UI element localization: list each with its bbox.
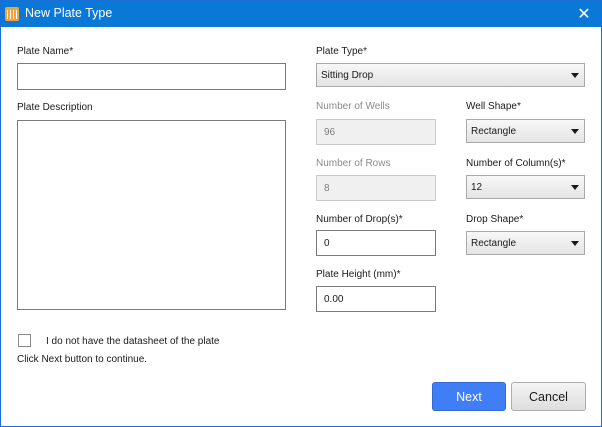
plate-height-input[interactable]: 0.00 — [316, 286, 436, 312]
plate-height-label: Plate Height (mm)* — [316, 269, 401, 280]
no-datasheet-label: I do not have the datasheet of the plate — [46, 336, 220, 347]
plate-name-label: Plate Name* — [17, 46, 74, 57]
chevron-down-icon — [571, 129, 579, 134]
number-of-rows-label: Number of Rows — [316, 158, 391, 169]
close-button[interactable]: ✕ — [567, 1, 601, 27]
number-of-drops-label: Number of Drop(s)* — [316, 214, 403, 225]
new-plate-type-dialog: New Plate Type ✕ Plate Name* Plate Descr… — [0, 0, 602, 427]
chevron-down-icon — [571, 241, 579, 246]
plate-type-select[interactable]: Sitting Drop — [316, 63, 585, 87]
plate-description-textarea[interactable] — [17, 120, 286, 310]
plate-description-label: Plate Description — [17, 102, 93, 113]
drop-shape-value: Rectangle — [471, 237, 517, 249]
plate-type-label: Plate Type* — [316, 46, 367, 57]
next-button[interactable]: Next — [432, 382, 506, 411]
number-of-wells-input: 96 — [316, 119, 436, 145]
plate-name-input[interactable] — [17, 63, 286, 90]
title-bar: New Plate Type ✕ — [1, 1, 601, 27]
drop-shape-label: Drop Shape* — [466, 214, 524, 225]
drop-shape-select[interactable]: Rectangle — [466, 231, 585, 255]
continue-hint: Click Next button to continue. — [17, 354, 148, 365]
number-of-columns-label: Number of Column(s)* — [466, 158, 566, 169]
window-title: New Plate Type — [25, 6, 113, 20]
close-icon: ✕ — [577, 6, 591, 23]
plate-app-icon — [5, 7, 19, 21]
well-shape-select[interactable]: Rectangle — [466, 119, 585, 143]
number-of-columns-value: 12 — [471, 181, 483, 193]
well-shape-value: Rectangle — [471, 125, 517, 137]
no-datasheet-checkbox[interactable] — [18, 334, 31, 347]
cancel-button[interactable]: Cancel — [511, 382, 586, 411]
chevron-down-icon — [571, 185, 579, 190]
chevron-down-icon — [571, 73, 579, 78]
number-of-drops-input[interactable]: 0 — [316, 230, 436, 256]
plate-type-value: Sitting Drop — [321, 69, 374, 81]
well-shape-label: Well Shape* — [466, 101, 521, 112]
number-of-rows-input: 8 — [316, 175, 436, 201]
number-of-wells-label: Number of Wells — [316, 101, 390, 112]
number-of-columns-select[interactable]: 12 — [466, 175, 585, 199]
